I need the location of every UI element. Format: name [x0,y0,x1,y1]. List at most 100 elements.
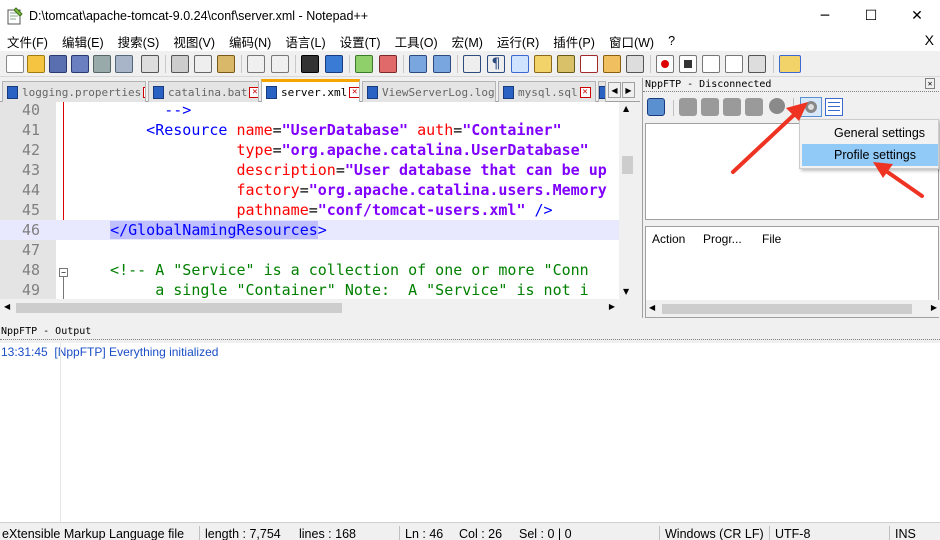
menu-run[interactable]: 运行(R) [497,32,539,51]
settings-dropdown-menu: General settings Profile settings [799,119,939,169]
word-wrap-icon[interactable] [463,55,481,73]
scroll-left-icon[interactable]: ◀ [649,303,655,312]
close-file-icon[interactable] [93,55,111,73]
show-all-characters-icon[interactable]: ¶ [487,55,505,73]
file-icon [153,85,164,99]
menu-settings[interactable]: 设置(T) [340,32,381,51]
line-number: 44 [21,181,40,199]
menu-plugins[interactable]: 插件(P) [553,32,595,51]
scroll-right-icon[interactable]: ▶ [609,302,615,311]
code-editor[interactable]: − 40 --> 41 <Resource name="UserDatabase"… [0,102,619,299]
column-progress[interactable]: Progr... [703,232,742,246]
upload-icon[interactable] [701,98,719,116]
paste-icon[interactable] [217,55,235,73]
nppftp-close-icon[interactable]: ✕ [925,78,935,89]
menu-macro[interactable]: 宏(M) [452,32,483,51]
print-icon[interactable] [141,55,159,73]
tab-close-icon[interactable]: ✕ [249,86,258,98]
monitoring-icon[interactable] [626,55,644,73]
save-macro-icon[interactable] [748,55,766,73]
queue-scroll-thumb[interactable] [662,304,912,314]
find-icon[interactable] [301,55,319,73]
nppftp-toggle-icon[interactable] [779,55,801,73]
menu-search[interactable]: 搜索(S) [118,32,160,51]
close-button[interactable]: ✕ [894,0,940,31]
close-document-button[interactable]: X [925,32,934,48]
minimize-button[interactable]: ─ [802,0,848,31]
vertical-scroll-thumb[interactable] [622,156,633,174]
document-map-icon[interactable] [557,55,575,73]
line-number: 40 [21,102,40,119]
menu-item-profile-settings[interactable]: Profile settings [802,144,938,166]
menu-window[interactable]: 窗口(W) [609,32,654,51]
tab-label: catalina.bat [168,85,248,99]
menu-encoding[interactable]: 编码(N) [229,32,271,51]
new-file-icon[interactable] [6,55,24,73]
tab-scroll-left-icon[interactable]: ◀ [608,82,621,98]
scroll-right-icon[interactable]: ▶ [931,303,937,312]
function-list-icon[interactable] [580,55,598,73]
queue-horizontal-scrollbar[interactable]: ◀ ▶ [646,300,940,317]
open-file-icon[interactable] [27,55,45,73]
menu-item-general-settings[interactable]: General settings [802,122,938,144]
tab-close-icon[interactable]: ✕ [143,86,145,98]
horizontal-scroll-thumb[interactable] [16,303,342,313]
scroll-down-icon[interactable]: ▼ [623,287,629,296]
output-log[interactable]: 13:31:45 [NppFTP] Everything initialized [0,343,940,522]
abort-icon[interactable] [769,98,785,114]
zoom-in-icon[interactable] [355,55,373,73]
editor-vertical-scrollbar[interactable]: ▲ ▼ [619,102,636,299]
run-macro-multiple-icon[interactable] [725,55,743,73]
code-token: = [299,181,309,199]
tab-close-icon[interactable]: ✕ [349,86,359,98]
tab-scroll-right-icon[interactable]: ▶ [622,82,635,98]
menu-help[interactable]: ? [668,34,675,48]
maximize-button[interactable]: ☐ [848,0,894,31]
tab-viewserverlog-log[interactable]: ViewServerLog.log ✕ [362,81,496,102]
transfer-queue[interactable]: Action Progr... File ◀ ▶ [645,226,940,318]
record-macro-icon[interactable] [656,55,674,73]
code-token: <Resource [92,121,237,139]
tab-close-icon[interactable]: ✕ [579,86,591,98]
download-icon[interactable] [679,98,697,116]
copy-icon[interactable] [194,55,212,73]
undo-icon[interactable] [247,55,265,73]
column-action[interactable]: Action [652,232,685,246]
tab-catalina-bat[interactable]: catalina.bat ✕ [148,81,259,102]
play-macro-icon[interactable] [702,55,720,73]
menu-tools[interactable]: 工具(O) [395,32,438,51]
show-messages-icon[interactable] [825,98,843,116]
settings-gear-icon[interactable] [800,97,822,117]
tab-logging-properties[interactable]: logging.properties ✕ [2,81,146,102]
folder-as-workspace-icon[interactable] [603,55,621,73]
scroll-left-icon[interactable]: ◀ [4,302,10,311]
sync-vertical-icon[interactable] [409,55,427,73]
column-file[interactable]: File [762,232,781,246]
language-define-icon[interactable] [534,55,552,73]
sync-horizontal-icon[interactable] [433,55,451,73]
cut-icon[interactable] [171,55,189,73]
zoom-out-icon[interactable] [379,55,397,73]
tab-mysql-sql[interactable]: mysql.sql ✕ [498,81,596,102]
menu-edit[interactable]: 编辑(E) [62,32,104,51]
menu-language[interactable]: 语言(L) [285,32,325,51]
code-text: --> [92,102,191,120]
menu-file[interactable]: 文件(F) [7,32,48,51]
refresh-icon[interactable] [723,98,741,116]
sync-icon[interactable] [745,98,763,116]
menu-view[interactable]: 视图(V) [173,32,215,51]
close-all-icon[interactable] [115,55,133,73]
replace-icon[interactable] [325,55,343,73]
save-all-icon[interactable] [71,55,89,73]
stop-macro-icon[interactable] [679,55,697,73]
nppftp-title: NppFTP - Disconnected [645,79,772,90]
redo-icon[interactable] [271,55,289,73]
tab-server-xml[interactable]: server.xml ✕ [261,79,360,102]
output-title: NppFTP - Output [1,326,92,337]
scroll-up-icon[interactable]: ▲ [623,104,629,113]
editor-horizontal-scrollbar[interactable]: ◀ ▶ [0,299,619,316]
indent-guide-icon[interactable] [511,55,529,73]
save-icon[interactable] [49,55,67,73]
tab-overflow[interactable] [598,81,606,102]
connect-icon[interactable] [647,98,665,116]
